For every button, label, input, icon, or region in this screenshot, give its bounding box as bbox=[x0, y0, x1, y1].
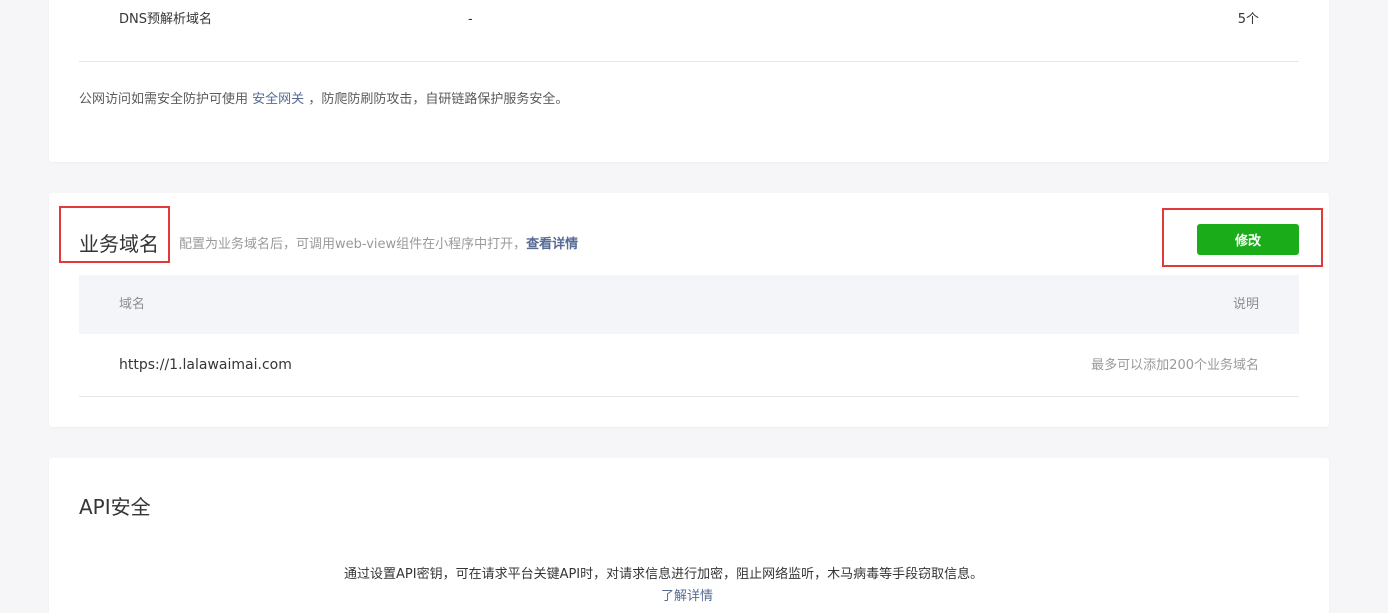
business-domain-description: 配置为业务域名后，可调用web-view组件在小程序中打开，查看详情 bbox=[179, 233, 578, 252]
dns-value: - bbox=[468, 12, 473, 27]
description-text: 配置为业务域名后，可调用web-view组件在小程序中打开， bbox=[179, 237, 527, 252]
dns-card: DNS预解析域名 - 5个 公网访问如需安全防护可使用 安全网关 ，防爬防刷防攻… bbox=[49, 0, 1329, 162]
notice-prefix: 公网访问如需安全防护可使用 bbox=[79, 92, 249, 107]
business-domain-card: 业务域名 配置为业务域名后，可调用web-view组件在小程序中打开，查看详情 … bbox=[49, 193, 1329, 427]
page: DNS预解析域名 - 5个 公网访问如需安全防护可使用 安全网关 ，防爬防刷防攻… bbox=[0, 0, 1388, 613]
learn-more-link[interactable]: 了解详情 bbox=[661, 585, 713, 604]
security-notice: 公网访问如需安全防护可使用 安全网关 ，防爬防刷防攻击，自研链路保护服务安全。 bbox=[79, 88, 568, 107]
api-security-text: 通过设置API密钥，可在请求平台关键API时，对请求信息进行加密，阻止网络监听，… bbox=[344, 567, 984, 582]
business-domain-title: 业务域名 bbox=[79, 232, 159, 256]
dns-label: DNS预解析域名 bbox=[119, 12, 212, 27]
api-security-title: API安全 bbox=[79, 495, 151, 519]
header-domain: 域名 bbox=[119, 297, 146, 312]
table-row: https://1.lalawaimai.com 最多可以添加200个业务域名 bbox=[79, 334, 1299, 397]
api-security-card: API安全 通过设置API密钥，可在请求平台关键API时，对请求信息进行加密，阻… bbox=[49, 458, 1329, 613]
security-gateway-link[interactable]: 安全网关 bbox=[252, 92, 304, 107]
view-details-link[interactable]: 查看详情 bbox=[526, 237, 578, 252]
domain-table-header: 域名 说明 bbox=[79, 275, 1299, 334]
dns-row: DNS预解析域名 - 5个 bbox=[79, 0, 1299, 62]
edit-button[interactable]: 修改 bbox=[1197, 224, 1299, 255]
header-description: 说明 bbox=[1232, 297, 1259, 312]
domain-note: 最多可以添加200个业务域名 bbox=[1091, 358, 1259, 373]
domain-value: https://1.lalawaimai.com bbox=[119, 357, 292, 373]
dns-count: 5个 bbox=[1237, 12, 1259, 27]
notice-suffix: ，防爬防刷防攻击，自研链路保护服务安全。 bbox=[308, 92, 569, 107]
